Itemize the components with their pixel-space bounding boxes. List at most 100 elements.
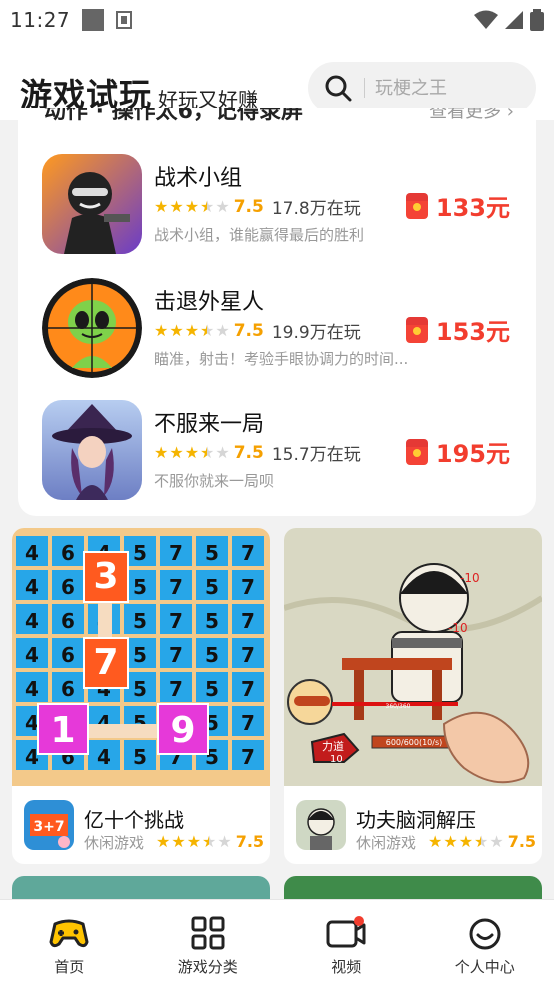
video-icon — [326, 916, 366, 948]
rating-stars: ★ ★ ★ ★ ★ — [154, 321, 230, 340]
tile-rating-value: 7.5 — [235, 832, 265, 851]
grid-cell-number: 7 — [241, 643, 255, 667]
game-desc: 瞄准，射击！考验手眼协调力的时间... — [154, 350, 409, 368]
game-thumbnail[interactable] — [296, 800, 346, 850]
grid-cell-number: 7 — [241, 609, 255, 633]
game-rating: 7.5 — [233, 442, 264, 463]
game-name: 战术小组 — [154, 166, 243, 191]
number-tile-1: 1 — [50, 710, 75, 751]
tab-categories[interactable]: 游戏分类 — [139, 900, 278, 985]
number-tile-7: 7 — [93, 642, 118, 683]
tab-label: 游戏分类 — [177, 958, 238, 976]
game-players: 17.8万在玩 — [271, 199, 361, 219]
status-time: 11:27 — [10, 8, 71, 32]
game-icon-repel-aliens[interactable] — [42, 278, 142, 378]
grid-cell-number: 5 — [133, 745, 147, 769]
tab-profile[interactable]: 个人中心 — [416, 900, 554, 985]
notification-icon — [82, 9, 105, 31]
grid-cell-number: 4 — [25, 643, 39, 667]
grid-cell-number: 7 — [241, 745, 255, 769]
section-title: 动作 · 操作太6，记得录屏 — [44, 108, 303, 124]
game-players: 15.7万在玩 — [271, 445, 361, 465]
signal-icon — [505, 11, 523, 29]
tile-category: 休闲游戏 — [356, 834, 417, 852]
reward-amount: 195元 — [435, 440, 510, 468]
tile-rating: ★ ★ ★ ★ ★ 7.5 — [428, 832, 536, 851]
game-desc: 不服你就来一局呗 — [154, 472, 275, 490]
damage-text-1: -10 — [460, 571, 480, 585]
tile-game-name: 功夫脑洞解压 — [356, 808, 476, 832]
grid-cell-number: 7 — [169, 643, 183, 667]
red-packet-icon — [405, 438, 428, 465]
search-icon[interactable] — [324, 74, 352, 102]
game-list-item[interactable]: 击退外星人 ★ ★ ★ ★ ★ 7.5 19.9万在玩 瞄准，射击！考验手眼协调力的时间… — [18, 278, 536, 388]
grid-cell-number: 5 — [133, 677, 147, 701]
grid-cell-number: 6 — [61, 609, 75, 633]
grid-cell-number: 5 — [205, 575, 219, 599]
small-bar-value: 360/360 — [386, 703, 411, 710]
reward-amount: 153元 — [435, 318, 510, 346]
grid-cell-number: 5 — [133, 575, 147, 599]
tile-rating-value: 7.5 — [507, 832, 537, 851]
grid-cell-number: 5 — [133, 541, 147, 565]
game-name: 击退外星人 — [154, 290, 265, 315]
grid-cell-number: 4 — [25, 541, 39, 565]
game-tile[interactable]: -10 -10 力道 10 600/600(10/s) 360/360 功夫脑洞… — [284, 528, 542, 864]
red-packet-icon — [405, 192, 428, 219]
wifi-icon — [474, 10, 498, 29]
reward-badge[interactable]: 133元 — [405, 188, 510, 223]
battery-icon — [530, 9, 544, 31]
tab-video[interactable]: 视频 — [277, 900, 416, 985]
game-rating: 7.5 — [233, 320, 264, 341]
kungfu-artwork[interactable]: -10 -10 力道 10 600/600(10/s) 360/360 — [284, 528, 542, 786]
number-tile-9: 9 — [170, 710, 195, 751]
tile-rating: ★ ★ ★ ★ ★ 7.5 — [156, 832, 264, 851]
reward-amount: 133元 — [435, 194, 510, 222]
game-meta: ★ ★ ★ ★ ★ 7.5 15.7万在玩 — [154, 440, 361, 466]
grid-cell-number: 4 — [97, 745, 111, 769]
game-meta: ★ ★ ★ ★ ★ 7.5 19.9万在玩 — [154, 318, 361, 344]
grid-cell-number: 6 — [61, 677, 75, 701]
game-list-item[interactable]: 战术小组 ★ ★ ★ ★ ★ 7.5 17.8万在玩 战术小组，谁能赢得最后的胜利 13… — [18, 154, 536, 264]
grid-cell-number: 5 — [205, 541, 219, 565]
number-puzzle-artwork[interactable]: 4645757464575746457574645757464575746457… — [12, 528, 270, 786]
game-players: 19.9万在玩 — [271, 323, 361, 343]
grid-cell-number: 4 — [25, 677, 39, 701]
app-notification-icon — [116, 11, 133, 29]
game-icon-tactical-squad[interactable] — [42, 154, 142, 254]
game-thumbnail[interactable]: 3+7 — [24, 800, 74, 850]
grid-cell-number: 6 — [61, 575, 75, 599]
tile-game-name: 亿十个挑战 — [84, 808, 184, 832]
grid-cell-number: 5 — [133, 643, 147, 667]
game-name: 不服来一局 — [154, 412, 265, 437]
reward-badge[interactable]: 195元 — [405, 434, 510, 469]
game-icon-challenge[interactable] — [42, 400, 142, 500]
game-list-card: 动作 · 操作太6，记得录屏 查看更多 › 战术小组 ★ ★ ★ ★ ★ 7.5 17.… — [18, 108, 536, 516]
grid-cell-number: 5 — [205, 609, 219, 633]
game-tile[interactable]: 4645757464575746457574645757464575746457… — [12, 528, 270, 864]
game-list-item[interactable]: 不服来一局 ★ ★ ★ ★ ★ 7.5 15.7万在玩 不服你就来一局呗 195元 — [18, 400, 536, 510]
grid-cell-number: 4 — [25, 745, 39, 769]
reward-badge[interactable]: 153元 — [405, 312, 510, 347]
power-value: 10 — [330, 754, 343, 765]
tile-category: 休闲游戏 — [84, 834, 145, 852]
power-label: 力道 — [322, 739, 344, 753]
smile-face-icon — [469, 918, 501, 950]
status-bar: 11:27 — [0, 0, 554, 40]
grid-cell-number: 7 — [169, 575, 183, 599]
grid-cell-number: 6 — [61, 643, 75, 667]
see-more-link[interactable]: 查看更多 › — [429, 108, 514, 126]
number-tile-3: 3 — [93, 556, 118, 597]
rating-stars: ★ ★ ★ ★ ★ — [154, 197, 230, 216]
search-bar[interactable] — [308, 62, 536, 114]
grid-cell-number: 6 — [61, 541, 75, 565]
grid-cell-number: 7 — [169, 677, 183, 701]
rating-stars: ★ ★ ★ ★ ★ — [156, 832, 232, 851]
energy-bar-value: 600/600(10/s) — [386, 738, 443, 747]
thumbnail-label: 3+7 — [33, 819, 64, 835]
tab-home[interactable]: 首页 — [0, 900, 139, 985]
grid-cell-number: 7 — [169, 541, 183, 565]
search-input[interactable] — [375, 77, 515, 99]
damage-text-2: -10 — [448, 621, 468, 635]
grid-cell-number: 7 — [241, 541, 255, 565]
